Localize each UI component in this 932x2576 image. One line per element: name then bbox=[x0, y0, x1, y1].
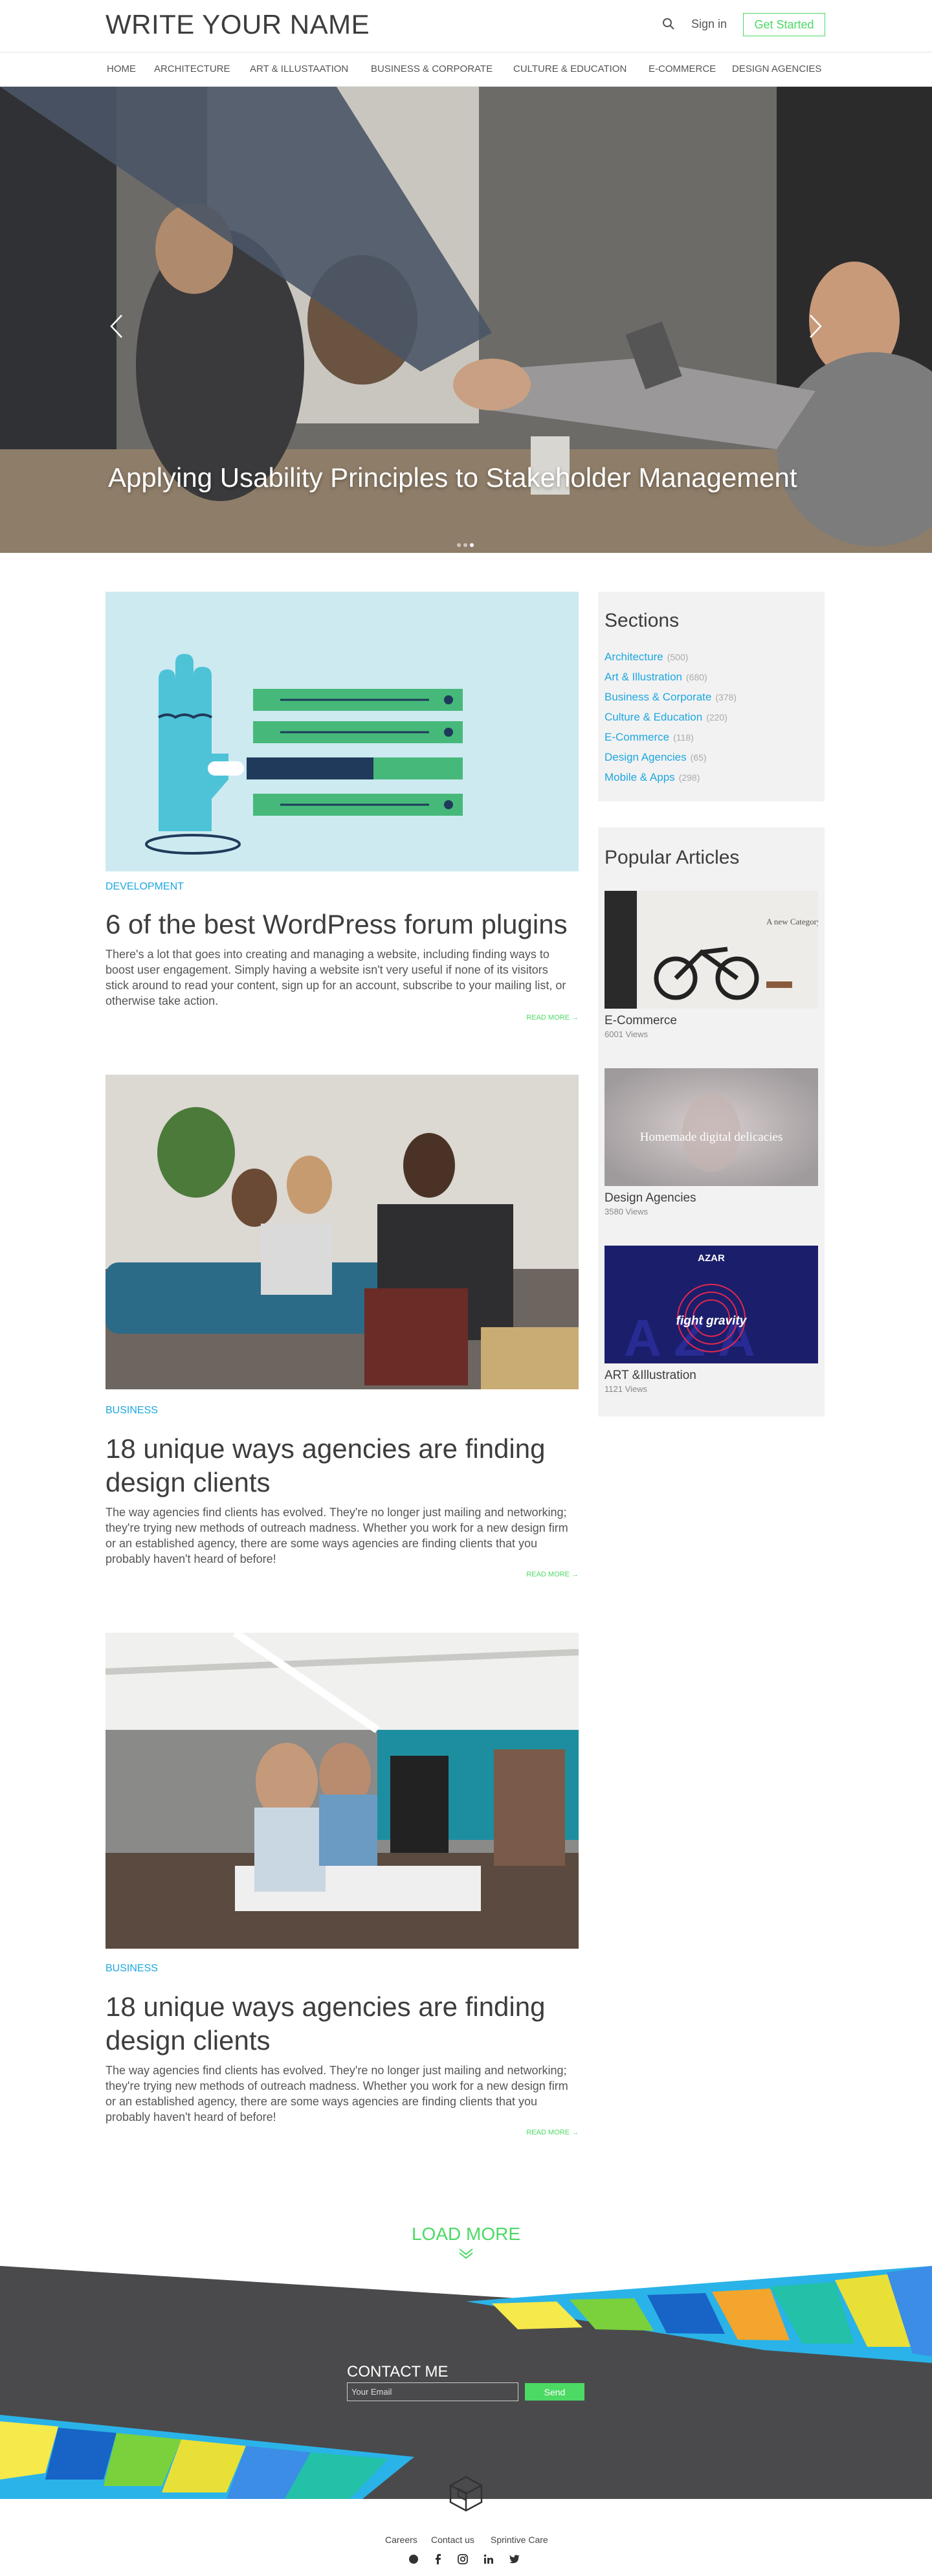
hero-prev-arrow[interactable] bbox=[104, 310, 129, 342]
section-item-e-commerce[interactable]: E-Commerce (118) bbox=[605, 731, 694, 744]
footer-link-care[interactable]: Sprintive Care bbox=[491, 2535, 548, 2545]
hero-slider: Applying Usability Principles to Stakeho… bbox=[0, 87, 932, 553]
facebook-icon[interactable] bbox=[432, 2553, 444, 2565]
sign-in-link[interactable]: Sign in bbox=[691, 17, 727, 31]
send-button[interactable]: Send bbox=[525, 2383, 584, 2401]
popular-thumbnail: A new Category e-bike bbox=[605, 891, 818, 1009]
popular-articles-panel: Popular Articles A new Category e-bike E… bbox=[598, 827, 825, 1417]
section-item-architecture[interactable]: Architecture (500) bbox=[605, 651, 688, 664]
popular-title: Popular Articles bbox=[605, 847, 740, 868]
nav-e-commerce[interactable]: E-COMMERCE bbox=[649, 63, 716, 74]
section-item-business-corporate[interactable]: Business & Corporate (378) bbox=[605, 691, 737, 704]
nav-business-corporate[interactable]: BUSINESS & CORPORATE bbox=[371, 63, 493, 74]
popular-item-name: ART &Illustration bbox=[605, 1369, 696, 1382]
nav-home[interactable]: HOME bbox=[107, 63, 136, 74]
article-excerpt: There's a lot that goes into creating an… bbox=[105, 948, 566, 1007]
email-field[interactable] bbox=[347, 2382, 518, 2401]
footer-logo bbox=[447, 2474, 485, 2513]
popular-item[interactable]: A new Category e-bike E-Commerce 6001 Vi… bbox=[605, 891, 818, 1039]
section-item-art-illustration[interactable]: Art & Illustration (680) bbox=[605, 671, 707, 684]
article-category[interactable]: BUSINESS bbox=[105, 1963, 158, 1975]
article-excerpt: The way agencies find clients has evolve… bbox=[105, 2064, 568, 2123]
section-item-culture-education[interactable]: Culture & Education (220) bbox=[605, 711, 727, 724]
nav-architecture[interactable]: ARCHITECTURE bbox=[154, 63, 230, 74]
instagram-icon[interactable] bbox=[457, 2553, 469, 2565]
social-icon[interactable] bbox=[408, 2553, 419, 2565]
hero-title[interactable]: Applying Usability Principles to Stakeho… bbox=[108, 462, 797, 493]
popular-item-name: Design Agencies bbox=[605, 1191, 696, 1205]
article-title[interactable]: 6 of the best WordPress forum plugins bbox=[105, 908, 579, 941]
linkedin-icon[interactable] bbox=[483, 2553, 494, 2565]
popular-item[interactable]: A Z A AZAR fight gravity ART &Illustrati… bbox=[605, 1246, 818, 1394]
article-image[interactable] bbox=[105, 1075, 579, 1389]
site-footer: CONTACT ME Send Careers Contact us Sprin… bbox=[0, 2266, 932, 2576]
nav-art-illustration[interactable]: ART & ILLUSTAATION bbox=[250, 63, 348, 74]
popular-thumb-brand: AZAR bbox=[698, 1253, 725, 1264]
footer-link-careers[interactable]: Careers bbox=[385, 2535, 417, 2545]
popular-thumb-text: A new Category e-bike bbox=[766, 917, 818, 926]
site-header: WRITE YOUR NAME Sign in Get Started bbox=[0, 0, 932, 52]
nav-culture-education[interactable]: CULTURE & EDUCATION bbox=[513, 63, 627, 74]
sections-panel: Sections Architecture (500) Art & Illustr… bbox=[598, 592, 825, 801]
popular-item-name: E-Commerce bbox=[605, 1014, 677, 1027]
site-logo[interactable]: WRITE YOUR NAME bbox=[105, 9, 370, 40]
footer-background bbox=[0, 2266, 932, 2499]
footer-link-contact[interactable]: Contact us bbox=[431, 2535, 474, 2545]
read-more-link[interactable]: READ MORE → bbox=[526, 1014, 579, 1022]
popular-item-views: 3580 Views bbox=[605, 1207, 648, 1216]
popular-item-views: 1121 Views bbox=[605, 1384, 648, 1394]
article-category[interactable]: DEVELOPMENT bbox=[105, 881, 184, 893]
article-image[interactable] bbox=[105, 592, 579, 871]
section-item-design-agencies[interactable]: Design Agencies (65) bbox=[605, 751, 707, 764]
hero-dot-2[interactable] bbox=[463, 543, 467, 547]
article-image[interactable] bbox=[105, 1633, 579, 1949]
popular-thumbnail: A Z A AZAR fight gravity bbox=[605, 1246, 818, 1363]
article-title[interactable]: 18 unique ways agencies are finding desi… bbox=[105, 1990, 579, 2057]
chevron-down-icon bbox=[459, 2248, 473, 2259]
main-nav: HOME ARCHITECTURE ART & ILLUSTAATION BUS… bbox=[0, 52, 932, 87]
load-more-label: LOAD MORE bbox=[411, 2224, 521, 2244]
load-more-button[interactable]: LOAD MORE bbox=[0, 2224, 932, 2265]
popular-thumbnail: Homemade digital delicacies bbox=[605, 1068, 818, 1186]
hero-pagination bbox=[457, 539, 476, 550]
hero-dot-1[interactable] bbox=[457, 543, 461, 547]
article-category[interactable]: BUSINESS bbox=[105, 1405, 158, 1417]
search-icon[interactable] bbox=[661, 17, 676, 31]
section-item-mobile-apps[interactable]: Mobile & Apps (298) bbox=[605, 771, 700, 784]
nav-design-agencies[interactable]: DESIGN AGENCIES bbox=[732, 63, 821, 74]
contact-title: CONTACT ME bbox=[347, 2363, 449, 2380]
read-more-link[interactable]: READ MORE → bbox=[526, 2129, 579, 2136]
popular-item-views: 6001 Views bbox=[605, 1029, 648, 1039]
article-title[interactable]: 18 unique ways agencies are finding desi… bbox=[105, 1432, 579, 1499]
hero-dot-3[interactable] bbox=[470, 543, 474, 547]
read-more-link[interactable]: READ MORE → bbox=[526, 1571, 579, 1578]
popular-item[interactable]: Homemade digital delicacies Design Agenc… bbox=[605, 1068, 818, 1216]
twitter-icon[interactable] bbox=[509, 2553, 520, 2565]
article-excerpt: The way agencies find clients has evolve… bbox=[105, 1506, 568, 1565]
popular-thumb-text: Homemade digital delicacies bbox=[640, 1130, 783, 1144]
popular-thumb-text: fight gravity bbox=[676, 1314, 748, 1328]
hero-next-arrow[interactable] bbox=[803, 310, 828, 342]
get-started-button[interactable]: Get Started bbox=[743, 13, 825, 36]
sections-title: Sections bbox=[605, 610, 680, 631]
